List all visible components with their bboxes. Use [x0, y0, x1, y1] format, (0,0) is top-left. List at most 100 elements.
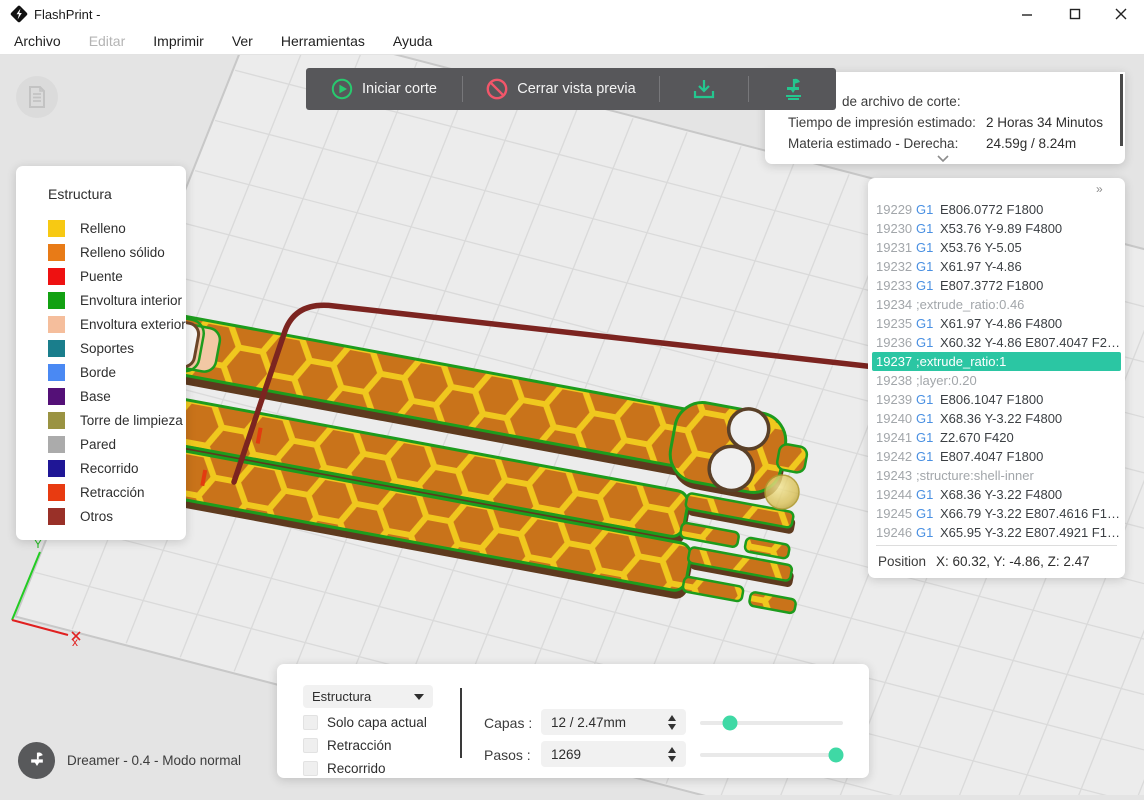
gcode-line-selected[interactable]: 19237 ;extrude_ratio:1 — [872, 352, 1121, 371]
envoltura-exterior-swatch — [48, 315, 65, 333]
legend-item-borde: Borde — [48, 360, 178, 384]
preview-toolbar: Iniciar corte Cerrar vista previa — [306, 68, 836, 110]
legend-item-envoltura-interior: Envoltura interior — [48, 288, 182, 312]
legend-item-retraccion: Retracción — [48, 480, 178, 504]
machine-button[interactable] — [18, 742, 55, 779]
gcode-line[interactable]: 19229 G1 E806.0772 F1800 — [872, 200, 1121, 219]
structure-legend-panel: Estructura Relleno Relleno sólido Puente… — [16, 166, 186, 540]
info-scrollbar[interactable] — [1120, 74, 1123, 146]
otros-swatch — [48, 507, 65, 525]
recorrido-swatch — [48, 459, 65, 477]
capas-slider-thumb[interactable] — [722, 715, 738, 731]
gcode-line[interactable]: 19241 G1 Z2.670 F420 — [872, 428, 1121, 447]
gcode-line[interactable]: 19245 G1 X66.79 Y-3.22 E807.4616 F1… — [872, 504, 1121, 523]
flashprint-logo-icon — [10, 5, 28, 23]
legend-item-relleno: Relleno — [48, 216, 178, 240]
borde-swatch — [48, 363, 65, 381]
capas-spinner[interactable]: 12 / 2.47mm — [541, 709, 686, 735]
legend-item-pared: Pared — [48, 432, 178, 456]
material-value: 24.59g / 8.24m — [986, 136, 1077, 151]
cancel-icon — [486, 78, 508, 100]
gcode-line[interactable]: 19239 G1 E806.1047 F1800 — [872, 390, 1121, 409]
printer-extruder-icon — [785, 78, 801, 100]
gcode-line[interactable]: 19236 G1 X60.32 Y-4.86 E807.4047 F2… — [872, 333, 1121, 352]
legend-title: Estructura — [48, 186, 112, 202]
gcode-line[interactable]: 19235 G1 X61.97 Y-4.86 F4800 — [872, 314, 1121, 333]
file-list-button[interactable] — [16, 76, 58, 118]
gcode-line[interactable]: 19246 G1 X65.95 Y-3.22 E807.4921 F1… — [872, 523, 1121, 542]
legend-item-torre: Torre de limpieza — [48, 408, 183, 432]
panel-divider — [460, 688, 462, 758]
maximize-button[interactable] — [1052, 0, 1098, 28]
relleno-swatch — [48, 219, 65, 237]
flashprint-window: { "window": { "title": "FlashPrint -" },… — [0, 0, 1144, 795]
pasos-spinner[interactable]: 1269 — [541, 741, 686, 767]
minimize-icon — [1022, 14, 1032, 16]
menu-bar: Archivo Editar Imprimir Ver Herramientas… — [0, 28, 1144, 55]
soportes-swatch — [48, 339, 65, 357]
close-button[interactable] — [1098, 0, 1144, 28]
gcode-line[interactable]: 19232 G1 X61.97 Y-4.86 — [872, 257, 1121, 276]
gcode-line[interactable]: 19244 G1 X68.36 Y-3.22 F4800 — [872, 485, 1121, 504]
gcode-line-comment[interactable]: 19238 ;layer:0.20 — [872, 371, 1121, 390]
save-gcode-button[interactable] — [660, 68, 748, 110]
legend-item-soportes: Soportes — [48, 336, 178, 360]
document-icon — [29, 86, 45, 108]
gcode-line-comment[interactable]: 19243 ;structure:shell-inner — [872, 466, 1121, 485]
menu-archivo[interactable]: Archivo — [0, 33, 75, 49]
machine-status: Dreamer - 0.4 - Modo normal — [18, 742, 241, 779]
legend-item-relleno-solido: Relleno sólido — [48, 240, 178, 264]
checkbox-icon — [303, 715, 318, 730]
gcode-line[interactable]: 19231 G1 X53.76 Y-5.05 — [872, 238, 1121, 257]
legend-item-recorrido: Recorrido — [48, 456, 178, 480]
capas-slider[interactable] — [700, 715, 843, 731]
legend-item-base: Base — [48, 384, 178, 408]
preview-controls-panel: Estructura Solo capa actual Retracción R… — [277, 664, 869, 778]
collapse-chevron-icon[interactable] — [937, 155, 949, 162]
maximize-icon — [1069, 8, 1081, 20]
checkbox-recorrido[interactable]: Recorrido — [303, 760, 386, 777]
pared-swatch — [48, 435, 65, 453]
menu-ver[interactable]: Ver — [218, 33, 267, 49]
pasos-slider[interactable] — [700, 747, 844, 763]
position-label: Position — [878, 554, 927, 569]
print-head-marker — [764, 474, 800, 510]
download-icon — [693, 80, 715, 99]
x-axis-label: x — [72, 635, 78, 649]
expand-panel-icon[interactable]: » — [1096, 182, 1104, 196]
send-to-printer-button[interactable] — [749, 68, 836, 110]
envoltura-interior-swatch — [48, 291, 65, 309]
window-title: FlashPrint - — [34, 7, 101, 22]
print-time-value: 2 Horas 34 Minutos — [986, 115, 1104, 130]
menu-imprimir[interactable]: Imprimir — [139, 33, 218, 49]
legend-item-envoltura-exterior: Envoltura exterior — [48, 312, 186, 336]
material-label: Materia estimado - Derecha: — [788, 136, 959, 151]
start-slice-button[interactable]: Iniciar corte — [306, 68, 462, 110]
position-value: X: 60.32, Y: -4.86, Z: 2.47 — [936, 554, 1090, 569]
gcode-line[interactable]: 19242 G1 E807.4047 F1800 — [872, 447, 1121, 466]
gcode-panel: » 19229 G1 E806.0772 F1800 19230 G1 X53.76 Y… — [868, 178, 1125, 578]
minimize-button[interactable] — [1004, 0, 1050, 28]
machine-label: Dreamer - 0.4 - Modo normal — [67, 753, 242, 768]
title-bar: FlashPrint - — [0, 0, 1144, 28]
legend-item-otros: Otros — [48, 504, 178, 528]
checkbox-icon — [303, 761, 318, 776]
slice-file-label: de archivo de corte: — [842, 94, 961, 109]
spinner-arrows-icon[interactable] — [668, 714, 676, 730]
checkbox-solo-capa-actual[interactable]: Solo capa actual — [303, 714, 427, 731]
pasos-slider-thumb[interactable] — [828, 747, 844, 763]
structure-dropdown[interactable]: Estructura — [303, 685, 433, 708]
print-time-label: Tiempo de impresión estimado: — [788, 115, 976, 130]
gcode-line[interactable]: 19233 G1 E807.3772 F1800 — [872, 276, 1121, 295]
gcode-line-comment[interactable]: 19234 ;extrude_ratio:0.46 — [872, 295, 1121, 314]
checkbox-retraccion[interactable]: Retracción — [303, 737, 392, 754]
menu-herramientas[interactable]: Herramientas — [267, 33, 379, 49]
gcode-line[interactable]: 19240 G1 X68.36 Y-3.22 F4800 — [872, 409, 1121, 428]
legend-item-puente: Puente — [48, 264, 178, 288]
gcode-line[interactable]: 19230 G1 X53.76 Y-9.89 F4800 — [872, 219, 1121, 238]
menu-ayuda[interactable]: Ayuda — [379, 33, 446, 49]
close-preview-button[interactable]: Cerrar vista previa — [463, 68, 659, 110]
pasos-label: Pasos : — [484, 747, 531, 763]
spinner-arrows-icon[interactable] — [668, 746, 676, 762]
retraccion-swatch — [48, 483, 65, 501]
